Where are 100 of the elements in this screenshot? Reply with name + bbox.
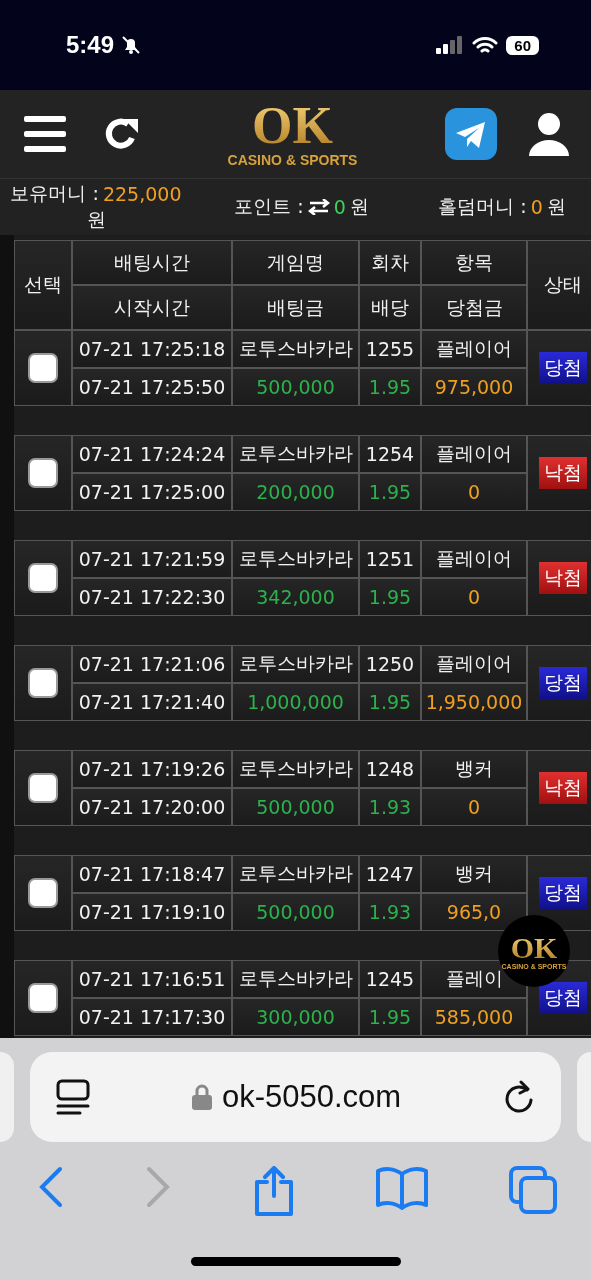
paper-plane-icon[interactable]	[445, 108, 497, 160]
table-cell: 07-21 17:22:30	[73, 579, 231, 615]
address-bar[interactable]: ok-5050.com	[30, 1052, 561, 1142]
table-cell: 07-21 17:20:00	[73, 789, 231, 825]
status-badge: 낙첨	[539, 772, 587, 804]
refresh-icon[interactable]	[104, 116, 140, 152]
balance-value: 0	[333, 196, 346, 218]
table-cell: 07-21 17:25:50	[73, 369, 231, 405]
row-checkbox[interactable]	[28, 668, 58, 698]
table-cell: 플레이어	[422, 331, 526, 367]
table-cell: 1251	[360, 541, 420, 577]
url-text: ok-5050.com	[221, 1079, 402, 1115]
currency-unit: 원	[546, 194, 566, 219]
table-cell: 07-21 17:25:18	[73, 331, 231, 367]
column-header: 시작시간	[73, 286, 231, 329]
table-cell: 1.95	[360, 369, 420, 405]
table-cell: 로투스바카라	[233, 646, 358, 682]
status-badge: 당첨	[539, 352, 587, 384]
column-header: 게임명	[233, 241, 358, 284]
currency-unit: 원	[86, 207, 106, 232]
balance-label: 보유머니 :	[10, 181, 99, 206]
table-cell: 1,950,000	[422, 684, 526, 720]
reload-icon[interactable]	[503, 1080, 535, 1114]
table-cell: 0	[422, 789, 526, 825]
status-badge: 당첨	[539, 877, 587, 909]
currency-unit: 원	[349, 194, 369, 219]
status-badge: 낙첨	[539, 457, 587, 489]
user-icon[interactable]	[529, 112, 569, 156]
column-header: 당첨금	[422, 286, 526, 329]
table-cell: 07-21 17:21:40	[73, 684, 231, 720]
table-cell: 07-21 17:18:47	[73, 856, 231, 892]
table-cell: 1.95	[360, 579, 420, 615]
logo-subtitle: CASINO & SPORTS	[227, 152, 358, 168]
battery-icon: 60	[506, 35, 539, 55]
balance-label: 포인트 :	[234, 194, 304, 219]
table-cell: 300,000	[233, 999, 358, 1035]
row-checkbox[interactable]	[28, 878, 58, 908]
table-cell: 07-21 17:25:00	[73, 474, 231, 510]
table-cell: 07-21 17:16:51	[73, 961, 231, 997]
table-cell: 로투스바카라	[233, 541, 358, 577]
table-cell: 1.95	[360, 474, 420, 510]
table-cell: 07-21 17:19:26	[73, 751, 231, 787]
column-header: 회차	[360, 241, 420, 284]
row-checkbox[interactable]	[28, 773, 58, 803]
row-checkbox[interactable]	[28, 563, 58, 593]
tabs-icon[interactable]	[509, 1166, 557, 1214]
table-cell: 500,000	[233, 894, 358, 930]
lock-icon	[191, 1084, 212, 1110]
column-header: 항목	[422, 241, 526, 284]
book-icon[interactable]	[375, 1166, 428, 1210]
reader-icon[interactable]	[56, 1079, 90, 1115]
table-cell: 플레이어	[422, 436, 526, 472]
balance-value: 225,000	[102, 183, 182, 205]
menu-icon[interactable]	[24, 116, 66, 152]
table-cell: 07-21 17:21:06	[73, 646, 231, 682]
table-cell: 1245	[360, 961, 420, 997]
balance-label: 홀덤머니 :	[438, 194, 527, 219]
column-header: 배팅금	[233, 286, 358, 329]
table-cell: 07-21 17:21:59	[73, 541, 231, 577]
status-badge: 당첨	[539, 982, 587, 1014]
table-cell: 1250	[360, 646, 420, 682]
table-cell: 500,000	[233, 369, 358, 405]
balance-value: 0	[530, 196, 543, 218]
signal-icon	[436, 36, 465, 54]
table-cell: 1.93	[360, 789, 420, 825]
table-cell: 1248	[360, 751, 420, 787]
row-checkbox[interactable]	[28, 458, 58, 488]
table-cell: 07-21 17:19:10	[73, 894, 231, 930]
table-cell: 플레이어	[422, 646, 526, 682]
table-cell: 07-21 17:24:24	[73, 436, 231, 472]
column-header: 선택	[15, 241, 71, 329]
table-cell: 로투스바카라	[233, 856, 358, 892]
table-cell: 1.95	[360, 684, 420, 720]
column-header: 상태	[528, 241, 591, 329]
table-cell: 1,000,000	[233, 684, 358, 720]
table-cell: 1247	[360, 856, 420, 892]
table-cell: 07-21 17:17:30	[73, 999, 231, 1035]
table-cell: 0	[422, 579, 526, 615]
table-cell: 500,000	[233, 789, 358, 825]
table-cell: 1254	[360, 436, 420, 472]
table-cell: 342,000	[233, 579, 358, 615]
share-icon[interactable]	[252, 1166, 295, 1216]
table-cell: 뱅커	[422, 856, 526, 892]
table-cell: 965,0	[422, 894, 526, 930]
wifi-icon	[472, 35, 499, 55]
table-cell: 1.95	[360, 999, 420, 1035]
back-icon[interactable]	[38, 1166, 64, 1208]
swap-arrows-icon[interactable]	[307, 199, 330, 215]
row-checkbox[interactable]	[28, 983, 58, 1013]
table-cell: 200,000	[233, 474, 358, 510]
clock: 5:49	[66, 31, 115, 59]
table-cell: 975,000	[422, 369, 526, 405]
table-cell: 로투스바카라	[233, 751, 358, 787]
table-cell: 플레이어	[422, 541, 526, 577]
table-cell: 0	[422, 474, 526, 510]
column-header: 배당	[360, 286, 420, 329]
table-cell: 로투스바카라	[233, 331, 358, 367]
column-header: 배팅시간	[73, 241, 231, 284]
table-cell: 뱅커	[422, 751, 526, 787]
row-checkbox[interactable]	[28, 353, 58, 383]
